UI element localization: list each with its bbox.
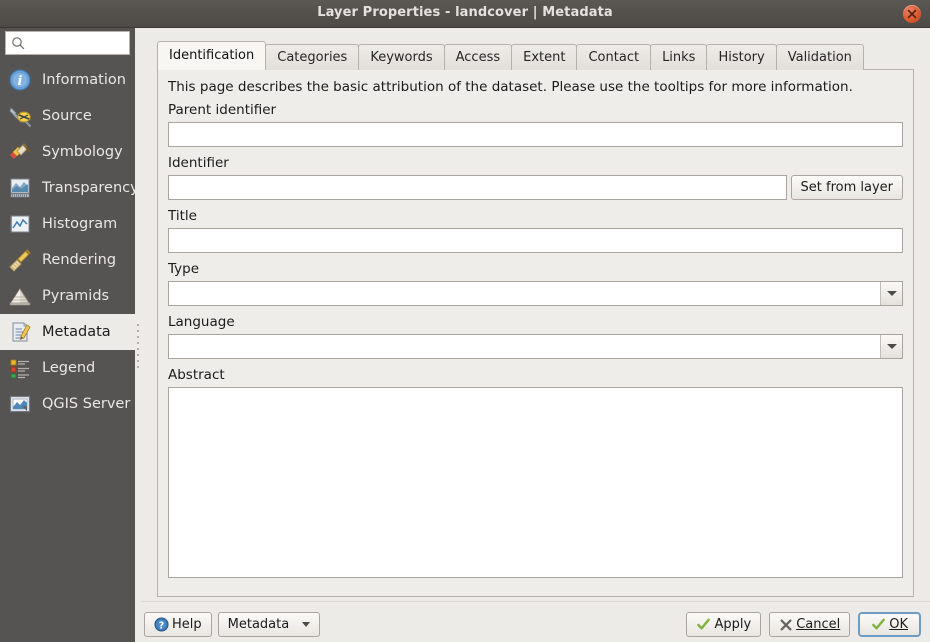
language-field: Language [168,314,903,359]
sidebar-item-histogram[interactable]: Histogram [0,206,135,242]
sidebar-item-transparency[interactable]: Transparency [0,170,139,206]
cancel-button[interactable]: Cancel [769,612,851,637]
language-label: Language [168,314,235,330]
qgis-server-icon [9,395,31,413]
sidebar-item-qgis-server[interactable]: QGIS Server [0,386,135,422]
svg-text:i: i [18,74,23,89]
sidebar-item-pyramids[interactable]: Pyramids [0,278,135,314]
splitter-handle-dots [137,324,139,370]
sidebar-item-symbology[interactable]: Symbology [0,134,135,170]
language-combobox[interactable] [168,334,903,359]
check-icon [872,618,886,630]
symbology-brush-icon [10,143,32,159]
tab-categories[interactable]: Categories [265,44,360,70]
page-help-text: This page describes the basic attributio… [168,79,853,95]
title-field: Title [168,208,903,253]
sidebar-item-label: Symbology [42,144,123,160]
sidebar: i Information Source Symbology Transpare… [0,28,139,642]
search-icon [12,37,25,50]
metadata-split-button[interactable]: Metadata [217,612,321,637]
sidebar-item-label: Rendering [42,252,117,268]
sidebar-item-source[interactable]: Source [0,98,135,134]
legend-icon [10,359,29,379]
title-bar: Layer Properties - landcover | Metadata [0,0,930,28]
svg-text:?: ? [159,620,164,631]
title-label: Title [168,208,197,224]
identifier-input[interactable] [168,175,787,200]
search-input[interactable] [28,32,126,54]
tab-keywords[interactable]: Keywords [358,44,445,70]
help-button-label: Help [172,617,202,632]
tab-content-panel: This page describes the basic attributio… [157,69,914,597]
tab-history[interactable]: History [706,44,777,70]
type-field: Type [168,261,903,306]
tab-links[interactable]: Links [650,44,708,70]
sidebar-search[interactable] [5,31,130,55]
sidebar-item-label: Metadata [42,324,111,340]
apply-button-label: Apply [714,617,752,632]
cancel-button-label: Cancel [796,617,841,632]
window-title: Layer Properties - landcover | Metadata [317,5,613,20]
rendering-broom-icon [9,249,31,272]
tab-extent[interactable]: Extent [511,44,578,70]
parent-identifier-label: Parent identifier [168,102,277,118]
tab-identification[interactable]: Identification [157,41,267,70]
dialog-footer: ? Help Metadata Apply Cancel OK [141,607,930,642]
apply-button[interactable]: Apply [686,612,762,637]
sidebar-item-label: Legend [42,360,96,376]
chevron-down-icon[interactable] [302,622,311,627]
sidebar-item-label: Source [42,108,92,124]
abstract-label: Abstract [168,367,225,383]
help-button[interactable]: ? Help [144,612,212,637]
tab-bar: Identification Categories Keywords Acces… [157,41,864,70]
pyramids-icon [9,288,31,306]
source-wrench-icon [9,107,31,127]
information-icon: i [9,69,31,91]
check-icon [697,618,711,630]
sidebar-nav: i Information Source Symbology Transpare… [0,62,139,422]
chevron-down-icon[interactable] [880,335,902,358]
sidebar-item-label: Pyramids [42,288,110,304]
ok-button[interactable]: OK [858,612,921,637]
identifier-field: Identifier Set from layer [168,155,903,200]
title-input[interactable] [168,228,903,253]
tab-validation[interactable]: Validation [775,44,864,70]
sidebar-item-information[interactable]: i Information [0,62,135,98]
tab-contact[interactable]: Contact [576,44,652,70]
help-icon: ? [154,617,169,632]
close-x-icon [780,618,792,631]
footer-divider [141,601,930,602]
sidebar-item-label: Information [42,72,126,88]
parent-identifier-field: Parent identifier [168,102,903,147]
layer-properties-dialog: Layer Properties - landcover | Metadata … [0,0,930,642]
main-panel: Identification Categories Keywords Acces… [141,28,930,642]
tab-access[interactable]: Access [443,44,513,70]
identifier-label: Identifier [168,155,229,171]
close-icon[interactable] [903,5,921,23]
sidebar-item-label: Transparency [42,180,139,196]
sidebar-item-label: QGIS Server [42,396,131,412]
sidebar-item-legend[interactable]: Legend [0,350,135,386]
metadata-button-label: Metadata [227,617,290,632]
ok-button-label: OK [889,617,908,632]
type-combobox[interactable] [168,281,903,306]
type-label: Type [168,261,200,277]
sidebar-item-label: Histogram [42,216,118,232]
transparency-icon [10,178,30,198]
abstract-field: Abstract [168,367,903,578]
set-from-layer-button[interactable]: Set from layer [790,175,903,200]
metadata-icon [12,322,31,342]
abstract-textarea[interactable] [168,387,903,578]
parent-identifier-input[interactable] [168,122,903,147]
chevron-down-icon[interactable] [880,282,902,305]
sidebar-item-metadata[interactable]: Metadata [0,314,135,350]
histogram-icon [10,215,30,233]
sidebar-item-rendering[interactable]: Rendering [0,242,135,278]
